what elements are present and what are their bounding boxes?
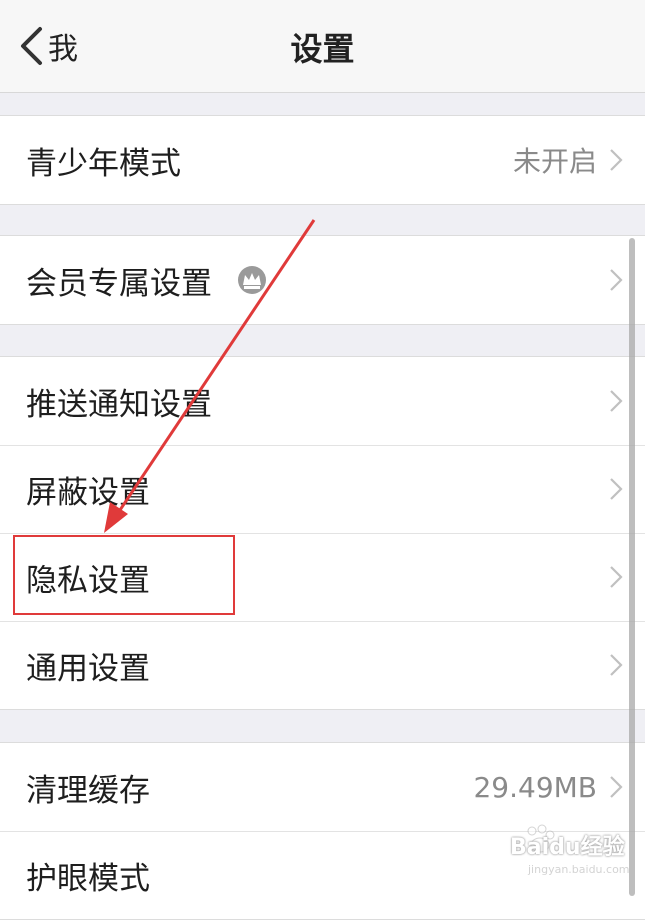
row-vip-settings[interactable]: 会员专属设置 — [0, 236, 645, 324]
row-label: 会员专属设置 — [26, 265, 212, 302]
settings-group-vip: 会员专属设置 — [0, 235, 645, 325]
row-label: 清理缓存 — [26, 772, 150, 809]
row-label: 推送通知设置 — [26, 386, 212, 423]
crown-icon — [238, 266, 266, 294]
row-general-settings[interactable]: 通用设置 — [0, 621, 645, 709]
settings-group-main: 推送通知设置 屏蔽设置 隐私设置 通用设置 — [0, 356, 645, 710]
watermark-subtext: jingyan.baidu.com — [528, 863, 630, 876]
row-label: 青少年模式 — [26, 145, 181, 182]
page-title: 设置 — [290, 30, 355, 68]
scrollbar[interactable] — [629, 238, 635, 896]
chevron-right-icon — [610, 269, 623, 291]
row-label: 护眼模式 — [26, 860, 150, 897]
chevron-right-icon — [610, 478, 623, 500]
navigation-bar: 我 设置 — [0, 0, 645, 93]
row-value: 未开启 — [512, 145, 597, 178]
row-label: 屏蔽设置 — [26, 474, 150, 511]
row-label: 通用设置 — [26, 650, 150, 687]
chevron-right-icon — [610, 654, 623, 676]
row-teen-mode[interactable]: 青少年模式 未开启 — [0, 116, 645, 204]
chevron-right-icon — [610, 149, 623, 171]
chevron-right-icon — [610, 390, 623, 412]
row-block-settings[interactable]: 屏蔽设置 — [0, 445, 645, 533]
annotation-highlight-box — [13, 535, 235, 615]
row-push-notification[interactable]: 推送通知设置 — [0, 357, 645, 445]
settings-group-teen: 青少年模式 未开启 — [0, 115, 645, 205]
row-value: 29.49MB — [473, 770, 597, 804]
watermark: Baidu经验 jingyan.baidu.com — [470, 815, 640, 895]
chevron-right-icon — [610, 776, 623, 798]
chevron-right-icon — [610, 566, 623, 588]
watermark-text: Baidu经验 — [510, 835, 625, 860]
